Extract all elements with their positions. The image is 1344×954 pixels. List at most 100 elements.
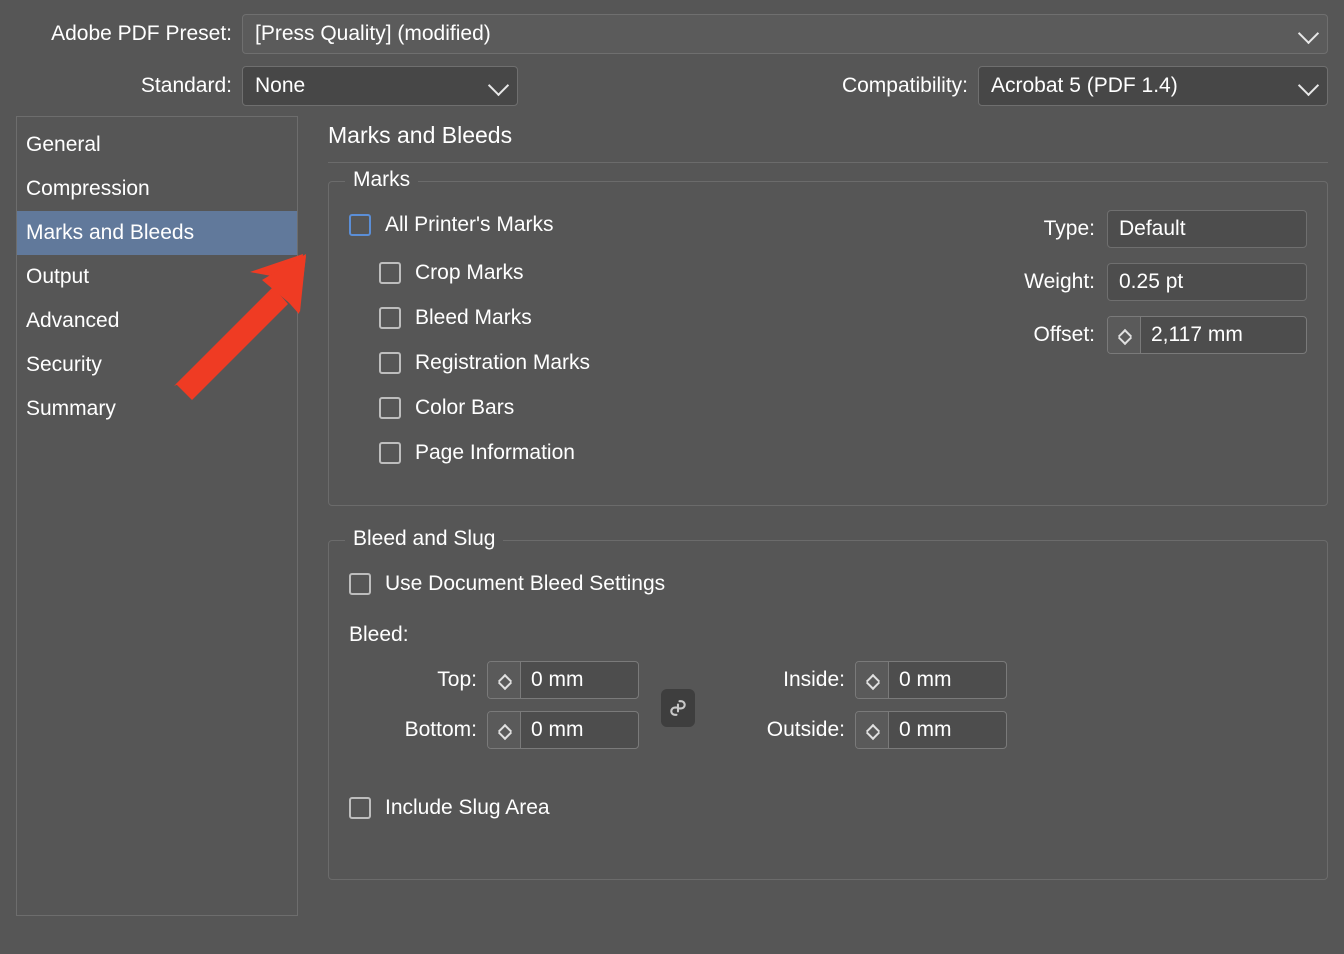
checkbox-label: All Printer's Marks bbox=[385, 213, 554, 237]
bleed-marks-checkbox[interactable] bbox=[379, 307, 401, 329]
mark-weight-value: 0.25 pt bbox=[1119, 270, 1183, 294]
bleed-fields-grid: Top: 0 mm Bottom: bbox=[349, 661, 1307, 761]
sidebar-item-advanced[interactable]: Advanced bbox=[17, 299, 297, 343]
sidebar-item-label: Security bbox=[26, 353, 102, 376]
marks-content: All Printer's Marks Crop Marks Bleed Mar… bbox=[349, 208, 1307, 481]
color-bars-checkbox[interactable] bbox=[379, 397, 401, 419]
mark-offset-stepper[interactable]: 2,117 mm bbox=[1107, 316, 1307, 354]
all-printers-marks-checkbox[interactable] bbox=[349, 214, 371, 236]
checkbox-row-include-slug-area[interactable]: Include Slug Area bbox=[349, 791, 1307, 825]
settings-pane: Marks and Bleeds Marks All Printer's Mar… bbox=[298, 116, 1328, 916]
mark-weight-label: Weight: bbox=[1024, 270, 1095, 294]
sidebar-item-output[interactable]: Output bbox=[17, 255, 297, 299]
sidebar-item-summary[interactable]: Summary bbox=[17, 387, 297, 431]
checkbox-row-color-bars[interactable]: Color Bars bbox=[379, 391, 819, 425]
checkbox-label: Color Bars bbox=[415, 396, 514, 420]
chevron-down-icon[interactable] bbox=[1119, 335, 1130, 342]
page-information-checkbox[interactable] bbox=[379, 442, 401, 464]
bleed-inside-stepper[interactable]: 0 mm bbox=[855, 661, 1007, 699]
compatibility-label: Compatibility: bbox=[842, 74, 978, 98]
stepper-arrows-icon[interactable] bbox=[856, 662, 889, 698]
mark-weight-dropdown[interactable]: 0.25 pt bbox=[1107, 263, 1307, 301]
compatibility-dropdown[interactable]: Acrobat 5 (PDF 1.4) bbox=[978, 66, 1328, 106]
bleed-heading: Bleed: bbox=[349, 623, 1307, 647]
chevron-down-icon bbox=[1298, 23, 1319, 44]
use-document-bleed-settings-checkbox[interactable] bbox=[349, 573, 371, 595]
bleed-outside-row: Outside: 0 mm bbox=[717, 711, 1007, 749]
bleed-bottom-label: Bottom: bbox=[405, 718, 477, 742]
standard-dropdown[interactable]: None bbox=[242, 66, 518, 106]
bleed-top-label: Top: bbox=[437, 668, 477, 692]
sidebar-item-label: Output bbox=[26, 265, 89, 288]
chevron-down-icon[interactable] bbox=[499, 730, 510, 737]
mark-offset-label: Offset: bbox=[1034, 323, 1095, 347]
checkbox-row-all-printers-marks[interactable]: All Printer's Marks bbox=[349, 208, 819, 242]
bleed-left-column: Top: 0 mm Bottom: bbox=[349, 661, 639, 761]
standard-compatibility-row: Standard: None Compatibility: Acrobat 5 … bbox=[16, 66, 1328, 106]
sidebar-item-label: Compression bbox=[26, 177, 150, 200]
bleed-outside-label: Outside: bbox=[767, 718, 845, 742]
checkbox-row-bleed-marks[interactable]: Bleed Marks bbox=[379, 301, 819, 335]
make-all-settings-same-button[interactable] bbox=[661, 689, 695, 727]
bleed-inside-label: Inside: bbox=[783, 668, 845, 692]
preset-row: Adobe PDF Preset: [Press Quality] (modif… bbox=[16, 14, 1328, 54]
bleed-bottom-stepper[interactable]: 0 mm bbox=[487, 711, 639, 749]
checkbox-label: Include Slug Area bbox=[385, 796, 550, 820]
sidebar-item-label: General bbox=[26, 133, 101, 156]
registration-marks-checkbox[interactable] bbox=[379, 352, 401, 374]
crop-marks-checkbox[interactable] bbox=[379, 262, 401, 284]
include-slug-area-checkbox[interactable] bbox=[349, 797, 371, 819]
bleed-outside-stepper[interactable]: 0 mm bbox=[855, 711, 1007, 749]
bleed-inside-row: Inside: 0 mm bbox=[717, 661, 1007, 699]
sidebar-item-label: Summary bbox=[26, 397, 116, 420]
mark-offset-row: Offset: 2,117 mm bbox=[819, 316, 1307, 354]
bleed-bottom-row: Bottom: 0 mm bbox=[349, 711, 639, 749]
sidebar-item-marks-and-bleeds[interactable]: Marks and Bleeds bbox=[17, 211, 297, 255]
checkbox-row-use-document-bleed[interactable]: Use Document Bleed Settings bbox=[349, 567, 1307, 601]
bleed-inside-value[interactable]: 0 mm bbox=[889, 662, 1006, 698]
stepper-arrows-icon[interactable] bbox=[1108, 317, 1141, 353]
sidebar-item-compression[interactable]: Compression bbox=[17, 167, 297, 211]
bleed-link-holder bbox=[639, 661, 717, 727]
chevron-down-icon bbox=[488, 75, 509, 96]
dialog-body: General Compression Marks and Bleeds Out… bbox=[0, 116, 1344, 916]
bleed-top-stepper[interactable]: 0 mm bbox=[487, 661, 639, 699]
sidebar-item-general[interactable]: General bbox=[17, 123, 297, 167]
checkbox-label: Registration Marks bbox=[415, 351, 590, 375]
bleed-bottom-value[interactable]: 0 mm bbox=[521, 712, 638, 748]
bleed-and-slug-legend: Bleed and Slug bbox=[345, 527, 503, 551]
bleed-top-value[interactable]: 0 mm bbox=[521, 662, 638, 698]
stepper-arrows-icon[interactable] bbox=[488, 662, 521, 698]
chevron-down-icon[interactable] bbox=[867, 730, 878, 737]
checkbox-row-page-information[interactable]: Page Information bbox=[379, 436, 819, 470]
bleed-outside-value[interactable]: 0 mm bbox=[889, 712, 1006, 748]
chevron-down-icon[interactable] bbox=[867, 680, 878, 687]
checkbox-label: Bleed Marks bbox=[415, 306, 532, 330]
standard-value: None bbox=[255, 74, 305, 98]
marks-group-legend: Marks bbox=[345, 168, 418, 192]
checkbox-label: Crop Marks bbox=[415, 261, 524, 285]
bleed-top-row: Top: 0 mm bbox=[349, 661, 639, 699]
marks-group: Marks All Printer's Marks Crop Marks Ble… bbox=[328, 181, 1328, 506]
page-title: Marks and Bleeds bbox=[328, 116, 1328, 162]
stepper-arrows-icon[interactable] bbox=[856, 712, 889, 748]
mark-type-value: Default bbox=[1119, 217, 1186, 241]
chevron-down-icon[interactable] bbox=[499, 680, 510, 687]
mark-type-label: Type: bbox=[1044, 217, 1095, 241]
marks-checkbox-column: All Printer's Marks Crop Marks Bleed Mar… bbox=[349, 208, 819, 481]
adobe-pdf-preset-dropdown[interactable]: [Press Quality] (modified) bbox=[242, 14, 1328, 54]
mark-type-dropdown[interactable]: Default bbox=[1107, 210, 1307, 248]
chevron-down-icon bbox=[1298, 75, 1319, 96]
settings-category-list[interactable]: General Compression Marks and Bleeds Out… bbox=[16, 116, 298, 916]
checkbox-row-registration-marks[interactable]: Registration Marks bbox=[379, 346, 819, 380]
compatibility-value: Acrobat 5 (PDF 1.4) bbox=[991, 74, 1178, 98]
mark-type-row: Type: Default bbox=[819, 210, 1307, 248]
sidebar-item-security[interactable]: Security bbox=[17, 343, 297, 387]
checkbox-row-crop-marks[interactable]: Crop Marks bbox=[379, 256, 819, 290]
stepper-arrows-icon[interactable] bbox=[488, 712, 521, 748]
sidebar-item-label: Marks and Bleeds bbox=[26, 221, 194, 244]
checkbox-label: Use Document Bleed Settings bbox=[385, 572, 665, 596]
chain-link-icon bbox=[668, 696, 688, 720]
mark-offset-value[interactable]: 2,117 mm bbox=[1141, 317, 1306, 353]
preset-value: [Press Quality] (modified) bbox=[255, 22, 491, 46]
